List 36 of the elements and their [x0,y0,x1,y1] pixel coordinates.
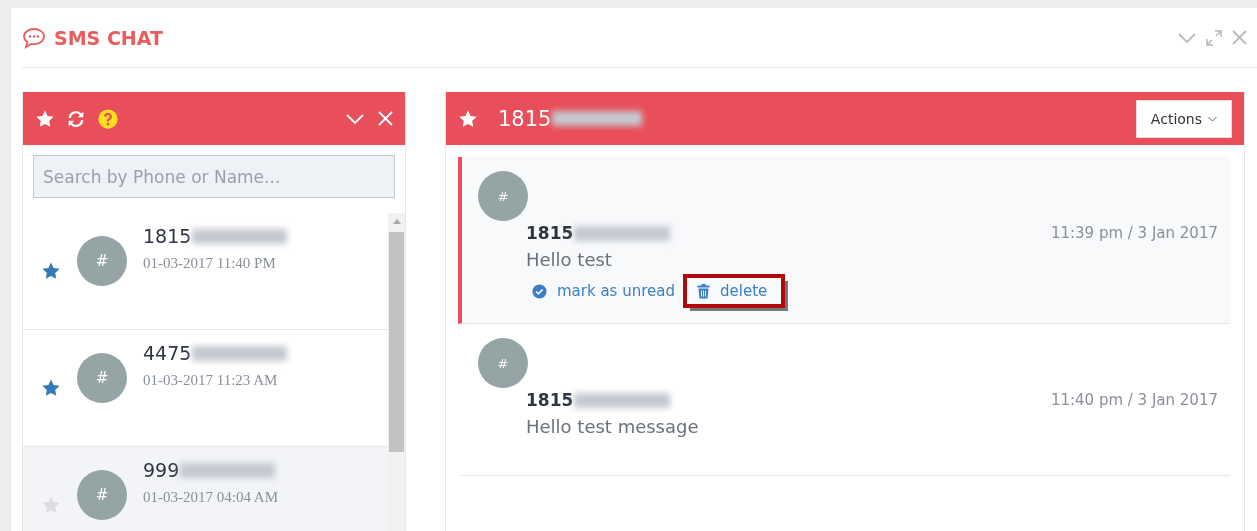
help-icon[interactable] [97,107,119,130]
check-circle-icon [532,283,547,299]
window-title: SMS CHAT [54,26,163,49]
chat-bubble-icon [22,26,46,49]
chevron-down-icon[interactable] [1178,31,1196,44]
chevron-down-icon[interactable] [1208,115,1217,122]
star-icon[interactable] [41,378,61,398]
conversation-time: 01-03-2017 11:23 AM [143,372,279,389]
close-icon[interactable] [1232,30,1247,45]
search-field[interactable]: Search by Phone or Name... [33,155,395,198]
avatar-icon: # [77,236,127,286]
delete-link[interactable]: delete [687,278,782,304]
actions-button[interactable]: Actions [1135,99,1232,138]
phone-number: 1815 [143,225,192,247]
trash-icon [697,283,710,299]
phone-number: 4475 [143,342,192,364]
conversation-time: 01-03-2017 11:40 PM [143,255,277,272]
mark-unread-link[interactable]: mark as unread [526,278,681,304]
avatar-icon: # [478,338,528,388]
star-icon[interactable] [41,261,61,281]
avatar-icon: # [77,470,127,520]
contact-number: 1815 [498,106,552,131]
conversation-item[interactable]: # 999 01-03-2017 04:04 AM [23,447,388,531]
scrollbar[interactable] [388,213,405,531]
star-icon[interactable] [41,495,61,515]
message-text: Hello test [526,249,613,270]
message-time: 11:40 pm / 3 Jan 2017 [1050,391,1218,409]
avatar-icon: # [77,353,127,403]
message-time: 11:39 pm / 3 Jan 2017 [1050,224,1218,242]
sender-number: 1815 [526,390,574,410]
avatar-icon: # [478,171,528,221]
expand-icon[interactable] [1206,29,1222,46]
sender-number: 1815 [526,223,574,243]
conversation-time: 01-03-2017 04:04 AM [143,489,278,506]
message-text: Hello test message [526,416,700,437]
phone-number: 999 [143,459,180,481]
